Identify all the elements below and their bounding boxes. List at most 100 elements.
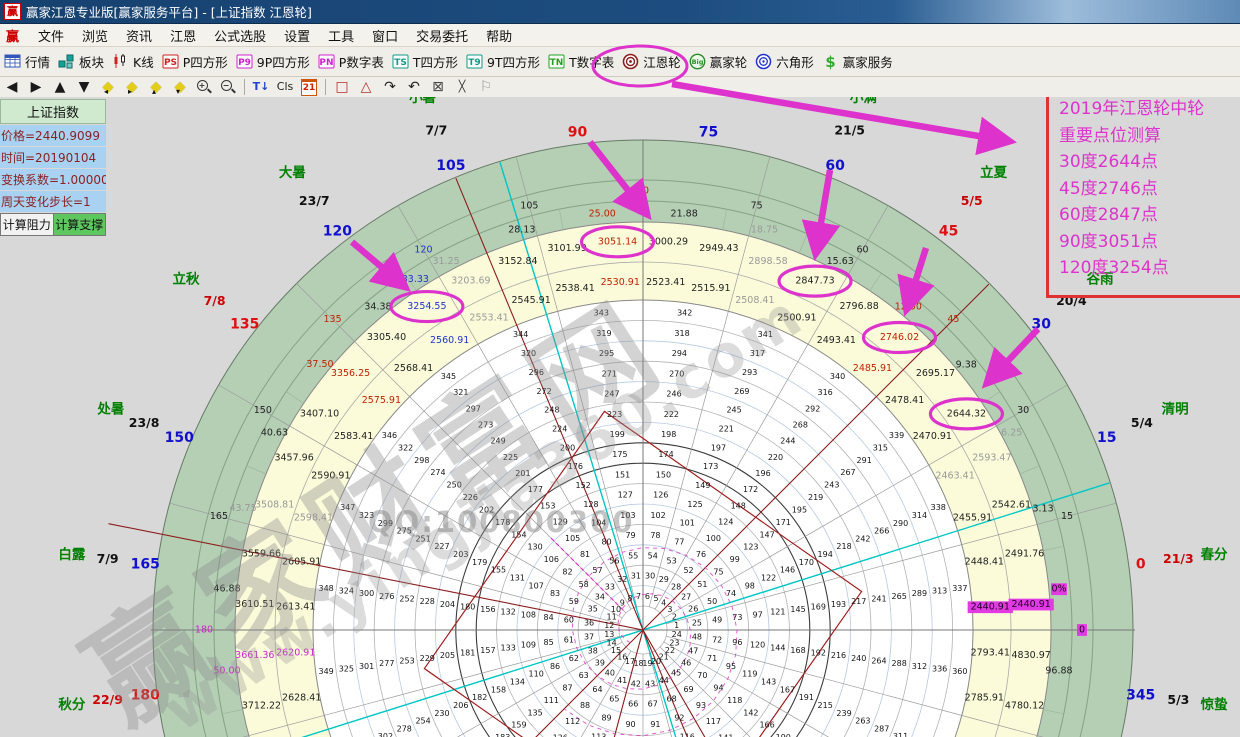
- arc-ccw-icon[interactable]: ↶: [402, 78, 426, 96]
- forward-icon[interactable]: ▶: [24, 78, 48, 96]
- svg-text:228: 228: [420, 597, 435, 606]
- diamond-down-icon[interactable]: ◆▾: [168, 78, 192, 96]
- down-tool-icon[interactable]: ▼: [72, 78, 96, 96]
- menu-item-6[interactable]: 工具: [319, 24, 363, 47]
- t-arrow-icon[interactable]: T↓: [249, 78, 273, 96]
- svg-text:296: 296: [529, 368, 544, 377]
- flag-icon[interactable]: ⚐: [474, 78, 498, 96]
- svg-text:324: 324: [339, 586, 354, 595]
- svg-text:42: 42: [631, 679, 641, 688]
- svg-text:2440.91: 2440.91: [1012, 599, 1051, 610]
- diamond-left-icon[interactable]: ◆◂: [96, 78, 120, 96]
- svg-text:Big: Big: [691, 58, 703, 66]
- window-title: 赢家江恩专业版[赢家服务平台] - [上证指数 江恩轮]: [26, 2, 312, 21]
- diamond-up-icon[interactable]: ◆▴: [144, 78, 168, 96]
- svg-text:81: 81: [580, 550, 590, 559]
- cls-button[interactable]: Cls: [273, 78, 297, 96]
- svg-text:222: 222: [664, 410, 679, 419]
- menu-item-2[interactable]: 资讯: [117, 24, 161, 47]
- svg-text:79: 79: [625, 531, 635, 540]
- triangle-tool-icon[interactable]: △: [354, 78, 378, 96]
- svg-text:39: 39: [595, 659, 605, 668]
- gann-wheel-icon: [622, 53, 640, 70]
- svg-text:180: 180: [460, 602, 475, 611]
- svg-text:75: 75: [699, 124, 718, 140]
- arc-cw-icon[interactable]: ↷: [378, 78, 402, 96]
- t-table-button[interactable]: TNT数字表: [548, 52, 614, 71]
- svg-text:37.50: 37.50: [306, 359, 333, 370]
- t-square-button[interactable]: TST四方形: [392, 52, 458, 71]
- svg-text:121: 121: [770, 608, 785, 617]
- svg-text:131: 131: [510, 573, 525, 582]
- svg-text:51: 51: [697, 580, 707, 589]
- menu-item-0[interactable]: 文件: [29, 24, 73, 47]
- menu-item-3[interactable]: 江恩: [161, 24, 205, 47]
- boxed-x-icon[interactable]: ⊠: [426, 78, 450, 96]
- svg-text:33: 33: [605, 582, 615, 591]
- p-square-button[interactable]: PSP四方形: [162, 52, 228, 71]
- 9t-square-button[interactable]: T99T四方形: [466, 52, 540, 71]
- svg-text:345: 345: [1126, 688, 1155, 704]
- svg-text:180: 180: [195, 625, 213, 636]
- svg-text:22/9: 22/9: [92, 692, 123, 707]
- svg-text:190: 190: [776, 733, 791, 737]
- up-tool-icon[interactable]: ▲: [48, 78, 72, 96]
- cross-icon[interactable]: ╳: [450, 78, 474, 96]
- p-table-button[interactable]: PNP数字表: [318, 52, 384, 71]
- svg-text:40: 40: [605, 669, 615, 678]
- svg-text:111: 111: [544, 696, 559, 705]
- chart-canvas[interactable]: 1234567891011121314151617181920212223242…: [0, 97, 1240, 737]
- svg-text:98: 98: [745, 581, 755, 590]
- hexagon-button[interactable]: 六角形: [755, 52, 814, 71]
- diamond-right-icon[interactable]: ◆▸: [120, 78, 144, 96]
- winner-service-button[interactable]: $赢家服务: [822, 52, 893, 71]
- gann-wheel-button[interactable]: 江恩轮: [622, 52, 681, 71]
- svg-text:36: 36: [584, 618, 594, 627]
- svg-text:2695.17: 2695.17: [916, 368, 955, 379]
- title-bar: 赢 赢家江恩专业版[赢家服务平台] - [上证指数 江恩轮]: [0, 0, 1240, 24]
- svg-text:89: 89: [601, 713, 611, 722]
- calc-support-button[interactable]: 计算支撑: [54, 213, 107, 236]
- svg-text:70: 70: [697, 671, 707, 680]
- menu-item-8[interactable]: 交易委托: [407, 24, 477, 47]
- svg-text:274: 274: [430, 468, 445, 477]
- zoom-in-icon[interactable]: +: [192, 78, 216, 96]
- svg-text:106: 106: [544, 555, 559, 564]
- svg-text:77: 77: [674, 538, 684, 547]
- menu-item-9[interactable]: 帮助: [477, 24, 521, 47]
- svg-text:2542.61: 2542.61: [992, 499, 1031, 510]
- menu-item-5[interactable]: 设置: [275, 24, 319, 47]
- svg-text:288: 288: [892, 659, 907, 668]
- svg-text:12.50: 12.50: [895, 301, 922, 312]
- svg-text:小暑: 小暑: [409, 97, 436, 106]
- svg-text:56: 56: [609, 556, 619, 565]
- svg-text:3610.51: 3610.51: [235, 599, 274, 610]
- svg-text:246: 246: [666, 390, 681, 399]
- svg-text:218: 218: [836, 542, 851, 551]
- svg-text:2560.91: 2560.91: [430, 335, 469, 346]
- zoom-out-icon[interactable]: −: [216, 78, 240, 96]
- menu-item-1[interactable]: 浏览: [73, 24, 117, 47]
- calc-resistance-button[interactable]: 计算阻力: [0, 213, 54, 236]
- svg-text:2605.91: 2605.91: [282, 557, 321, 568]
- 9p-square-button[interactable]: P99P四方形: [236, 52, 310, 71]
- key-points-box: 2019年江恩轮中轮重要点位测算30度2644点45度2746点60度2847点…: [1046, 97, 1240, 298]
- calendar-icon[interactable]: 21: [297, 78, 321, 96]
- p-square-button-label: P四方形: [183, 52, 228, 71]
- kline-button[interactable]: K线: [112, 52, 154, 71]
- rect-tool-icon[interactable]: □: [330, 78, 354, 96]
- svg-text:99: 99: [730, 555, 740, 564]
- sectors-button[interactable]: 板块: [58, 52, 104, 71]
- menu-item-7[interactable]: 窗口: [363, 24, 407, 47]
- quotes-button[interactable]: 行情: [4, 52, 50, 71]
- winner-wheel-button[interactable]: Big赢家轮: [689, 52, 748, 71]
- svg-text:266: 266: [874, 527, 889, 536]
- svg-text:23/7: 23/7: [299, 193, 330, 208]
- svg-text:67: 67: [648, 700, 658, 709]
- svg-text:38: 38: [588, 646, 598, 655]
- svg-text:55: 55: [628, 551, 638, 560]
- back-icon[interactable]: ◀: [0, 78, 24, 96]
- svg-text:156: 156: [480, 605, 495, 614]
- svg-text:323: 323: [359, 511, 374, 520]
- menu-item-4[interactable]: 公式选股: [205, 24, 275, 47]
